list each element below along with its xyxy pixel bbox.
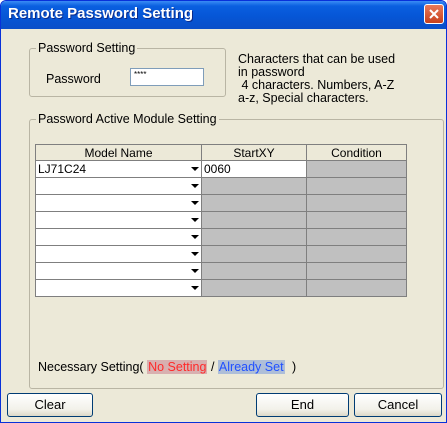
chevron-down-icon[interactable] <box>191 167 199 171</box>
model-name-dropdown[interactable] <box>35 245 202 263</box>
condition-cell <box>306 245 407 263</box>
chevron-down-icon[interactable] <box>191 269 199 273</box>
legend-suffix: ) <box>292 360 297 374</box>
table-row <box>35 211 407 229</box>
end-button[interactable]: End <box>256 393 349 417</box>
legend-separator: / <box>210 360 215 374</box>
startxy-cell <box>201 262 307 280</box>
condition-cell <box>306 228 407 246</box>
password-info: Characters that can be used in password … <box>238 53 443 105</box>
table-row <box>35 194 407 212</box>
condition-cell <box>306 279 407 297</box>
column-header-model: Model Name <box>35 144 202 161</box>
already-set-badge: Already Set <box>217 360 285 374</box>
chevron-down-icon[interactable] <box>191 201 199 205</box>
model-name-dropdown[interactable] <box>35 279 202 297</box>
clear-button[interactable]: Clear <box>7 393 93 417</box>
chevron-down-icon[interactable] <box>191 235 199 239</box>
startxy-cell <box>201 194 307 212</box>
model-name-value: LJ71C24 <box>38 162 87 176</box>
table-header-row: Model Name StartXY Condition <box>35 144 407 161</box>
no-setting-badge: No Setting <box>147 360 208 374</box>
title-bar[interactable]: Remote Password Setting <box>1 1 446 29</box>
close-icon <box>429 9 439 19</box>
legend-prefix: Necessary Setting( <box>38 360 144 374</box>
startxy-cell <box>201 228 307 246</box>
table-row <box>35 279 407 297</box>
password-input[interactable]: **** <box>130 68 204 86</box>
startxy-cell <box>201 245 307 263</box>
condition-cell <box>306 262 407 280</box>
chevron-down-icon[interactable] <box>191 218 199 222</box>
condition-cell <box>306 194 407 212</box>
model-name-dropdown[interactable] <box>35 211 202 229</box>
chevron-down-icon[interactable] <box>191 184 199 188</box>
close-button[interactable] <box>424 4 444 24</box>
model-name-dropdown[interactable]: LJ71C24 <box>35 160 202 178</box>
startxy-cell <box>201 279 307 297</box>
table-row <box>35 177 407 195</box>
table-row <box>35 228 407 246</box>
startxy-value: 0060 <box>204 162 231 176</box>
chevron-down-icon[interactable] <box>191 252 199 256</box>
startxy-cell <box>201 177 307 195</box>
cancel-button[interactable]: Cancel <box>354 393 442 417</box>
chevron-down-icon[interactable] <box>191 286 199 290</box>
table-row: LJ71C24 0060 <box>35 160 407 178</box>
module-setting-label: Password Active Module Setting <box>36 112 219 126</box>
column-header-startxy: StartXY <box>201 144 307 161</box>
module-table: Model Name StartXY Condition LJ71C24 006… <box>35 144 407 297</box>
model-name-dropdown[interactable] <box>35 177 202 195</box>
table-row <box>35 262 407 280</box>
password-setting-label: Password Setting <box>36 41 138 55</box>
remote-password-dialog: Remote Password Setting Password Setting… <box>0 0 447 423</box>
window-title: Remote Password Setting <box>8 5 194 22</box>
model-name-dropdown[interactable] <box>35 228 202 246</box>
condition-cell <box>306 160 407 178</box>
startxy-cell[interactable]: 0060 <box>201 160 307 178</box>
model-name-dropdown[interactable] <box>35 194 202 212</box>
password-label: Password <box>46 72 101 86</box>
info-line: a-z, Special characters. <box>238 91 369 105</box>
necessary-setting-legend: Necessary Setting( No Setting / Already … <box>38 360 296 374</box>
column-header-condition: Condition <box>306 144 407 161</box>
condition-cell <box>306 177 407 195</box>
table-row <box>35 245 407 263</box>
startxy-cell <box>201 211 307 229</box>
model-name-dropdown[interactable] <box>35 262 202 280</box>
condition-cell <box>306 211 407 229</box>
